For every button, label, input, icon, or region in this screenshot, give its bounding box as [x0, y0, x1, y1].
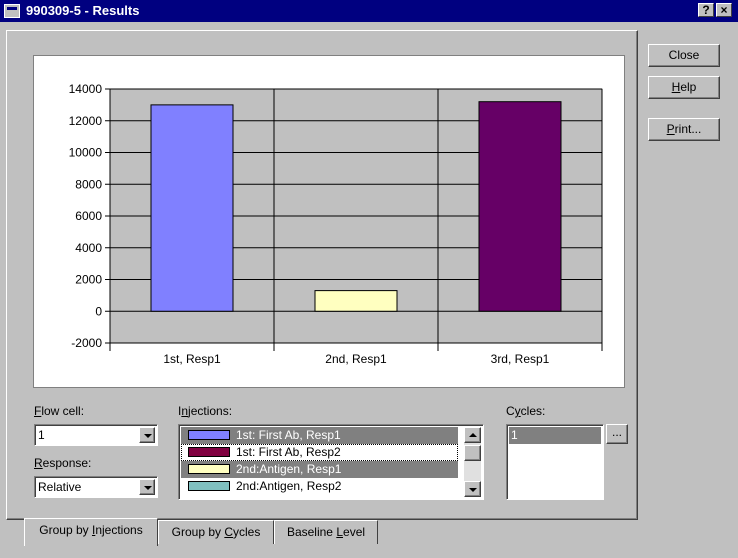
bar: [150, 104, 234, 312]
injection-item[interactable]: 1st: First Ab, Resp2: [181, 444, 458, 461]
bar: [478, 101, 562, 312]
color-swatch: [188, 481, 230, 491]
tab-group-by-injections[interactable]: Group by Injections: [24, 518, 158, 546]
scroll-thumb[interactable]: [464, 445, 481, 461]
cycle-value: 1: [511, 428, 518, 442]
y-tick-label: 10000: [69, 146, 103, 160]
chart-area: -2000 0 2000 4000 6000 8000 10000 12000 14000 1st…: [33, 55, 625, 388]
title-bar: 990309-5 - Results ? ×: [0, 0, 738, 22]
close-window-button[interactable]: ×: [716, 3, 732, 17]
y-tick-label: 2000: [75, 273, 102, 287]
color-swatch: [188, 447, 230, 457]
scroll-down-icon[interactable]: [464, 481, 481, 497]
y-tick-label: 6000: [75, 209, 102, 223]
y-tick-label: 12000: [69, 114, 103, 128]
injection-label: 1st: First Ab, Resp1: [236, 428, 341, 442]
x-tick-label: 3rd, Resp1: [491, 352, 550, 366]
cycle-item[interactable]: 1: [509, 427, 601, 444]
window-icon[interactable]: [4, 4, 20, 18]
help-button-label: Help: [671, 80, 697, 94]
help-button[interactable]: Help: [648, 76, 720, 99]
color-swatch: [188, 430, 230, 440]
window-title: 990309-5 - Results: [26, 3, 140, 18]
print-button[interactable]: Print...: [648, 118, 720, 141]
y-tick-label: 8000: [75, 177, 102, 191]
cycles-label: Cycles:: [506, 404, 546, 418]
y-tick-label: 14000: [69, 82, 103, 96]
injection-label: 1st: First Ab, Resp2: [236, 445, 341, 459]
bar: [314, 290, 398, 312]
color-swatch: [188, 464, 230, 474]
bar-chart: -2000 0 2000 4000 6000 8000 10000 12000 14000 1st…: [69, 82, 603, 366]
response-label: Response:: [34, 456, 92, 470]
x-tick-label: 2nd, Resp1: [325, 352, 387, 366]
response-select[interactable]: Relative: [34, 476, 158, 498]
injections-list[interactable]: 1st: First Ab, Resp1 1st: First Ab, Resp…: [178, 424, 484, 500]
injection-item[interactable]: 2nd:Antigen, Resp1: [181, 461, 458, 478]
tab-baseline-level[interactable]: Baseline Level: [274, 520, 378, 544]
tab-group-by-cycles[interactable]: Group by Cycles: [158, 520, 274, 544]
flow-cell-label: Flow cell:: [34, 404, 85, 418]
cycles-list[interactable]: 1: [506, 424, 604, 500]
injections-scrollbar[interactable]: [464, 427, 481, 497]
chevron-down-icon[interactable]: [139, 427, 155, 443]
flow-cell-value: 1: [38, 428, 45, 442]
flow-cell-select[interactable]: 1: [34, 424, 158, 446]
response-value: Relative: [38, 480, 82, 494]
x-tick-label: 1st, Resp1: [163, 352, 221, 366]
cycles-ellipsis-button[interactable]: ...: [606, 424, 628, 444]
injection-item[interactable]: 2nd:Antigen, Resp2: [181, 478, 458, 495]
y-tick-label: 4000: [75, 241, 102, 255]
chevron-down-icon[interactable]: [139, 479, 155, 495]
y-tick-label: -2000: [71, 336, 102, 350]
help-question-button[interactable]: ?: [698, 3, 714, 17]
injection-item[interactable]: 1st: First Ab, Resp1: [181, 427, 458, 444]
y-tick-label: 0: [95, 304, 102, 318]
injection-label: 2nd:Antigen, Resp1: [236, 462, 342, 476]
injections-label: Injections:: [178, 404, 233, 418]
close-button[interactable]: Close: [648, 44, 720, 67]
injection-label: 2nd:Antigen, Resp2: [236, 479, 342, 493]
scroll-up-icon[interactable]: [464, 427, 481, 443]
